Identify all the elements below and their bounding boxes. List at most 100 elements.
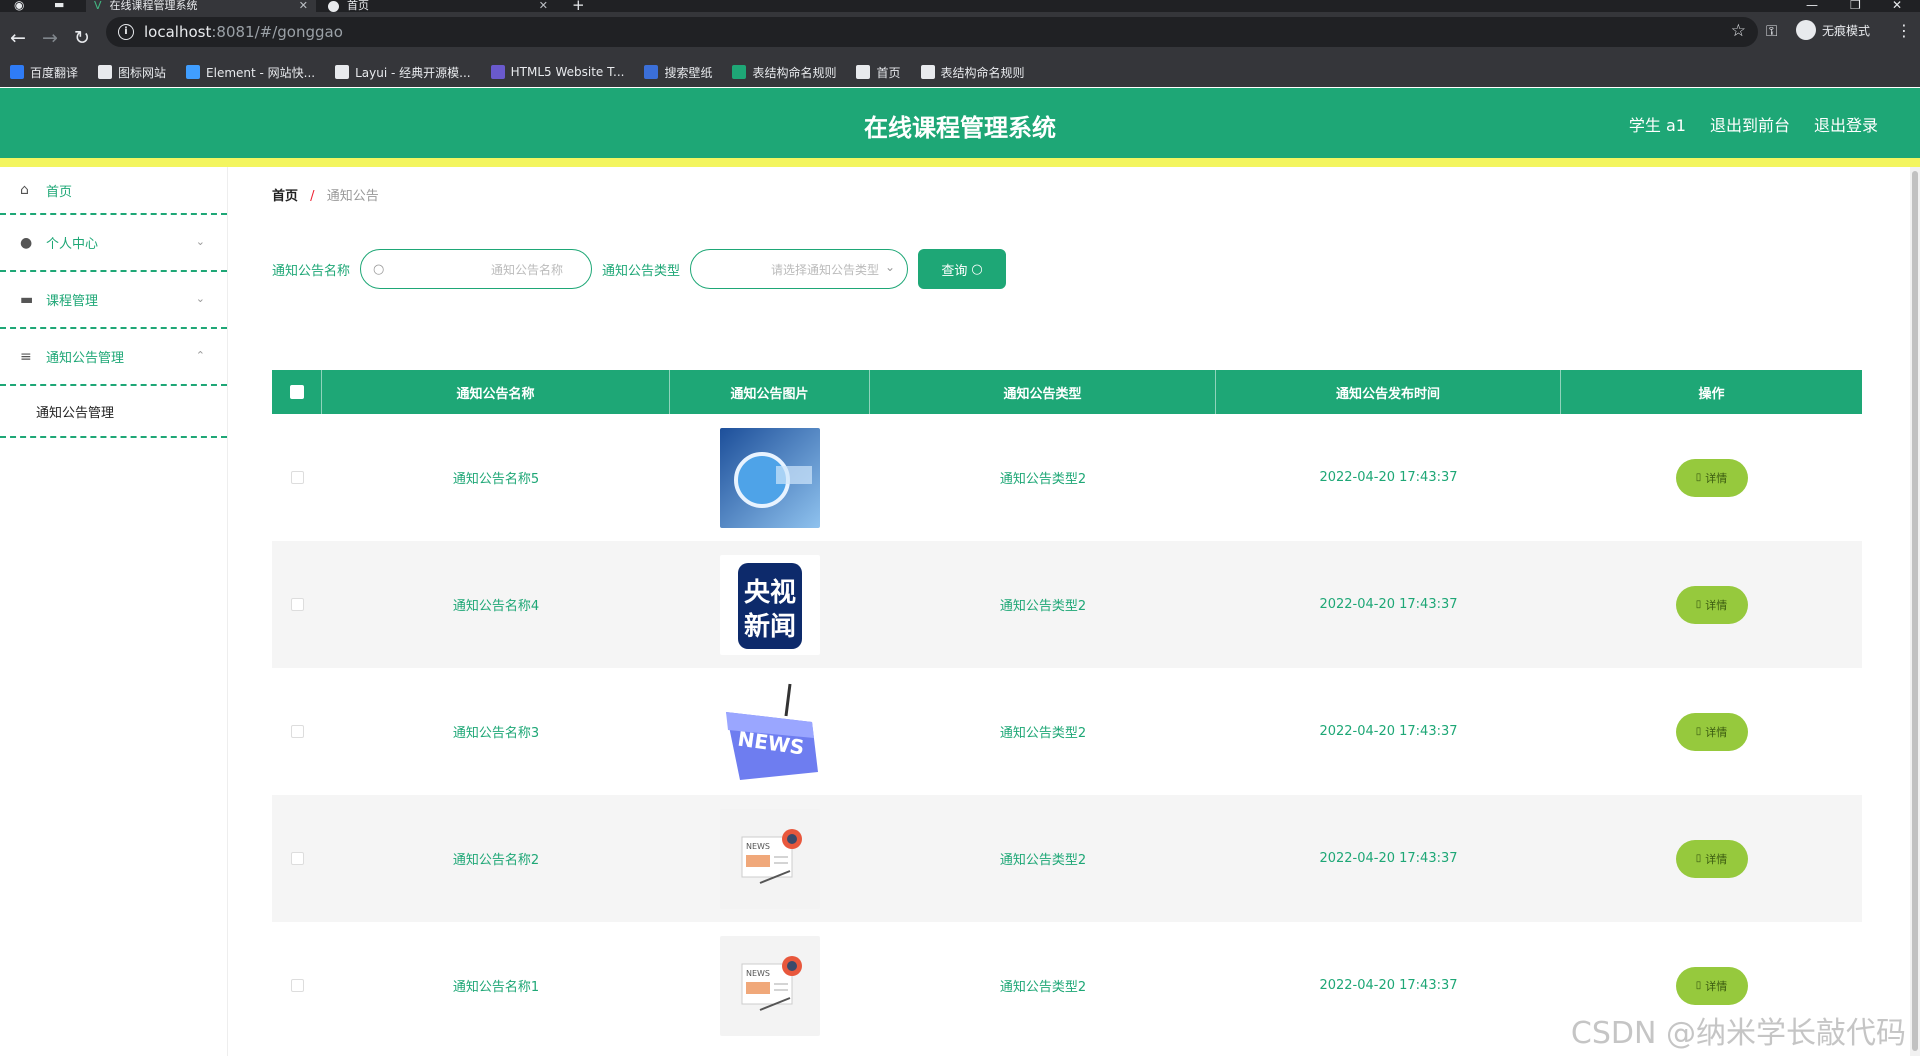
url-host: localhost (144, 23, 212, 41)
row-checkbox[interactable] (290, 598, 304, 611)
bookmark-item[interactable]: HTML5 Website T... (490, 65, 625, 79)
notice-type-cell: 通知公告类型2 (999, 980, 1087, 995)
exit-front-link[interactable]: 退出到前台 (1710, 112, 1790, 136)
notice-time-cell: 2022-04-20 17:43:37 (1319, 724, 1458, 739)
notice-time-cell: 2022-04-20 17:43:37 (1319, 851, 1458, 866)
sidebar-item-profile[interactable]: ● 个人中心 ⌄ (0, 215, 227, 272)
sidebar-subitem-label: 通知公告管理 (36, 405, 115, 421)
sliders-icon: ≡ (20, 348, 32, 365)
search-icon: ○ (971, 261, 983, 277)
back-icon[interactable]: ← (4, 24, 32, 52)
actions-cell: ▯ 详情 (1561, 541, 1862, 668)
detail-button[interactable]: ▯ 详情 (1675, 712, 1748, 751)
browser-logo-icon: ◉ (14, 0, 25, 12)
bookmark-icon (10, 65, 24, 79)
forward-icon[interactable]: → (36, 24, 64, 52)
detail-button[interactable]: ▯ 详情 (1675, 966, 1748, 1005)
bookmark-icon (856, 65, 871, 79)
sidebar: ⌂ 首页 ● 个人中心 ⌄ ▬ 课程管理 ⌄ ≡ 通知公告管理 ⌃ 通知公告管理 (0, 167, 228, 1056)
page-scrollbar[interactable] (1910, 167, 1920, 1056)
scrollbar-thumb[interactable] (1912, 171, 1918, 1051)
name-search-input[interactable]: ○ 通知公告名称 (360, 249, 593, 289)
incognito-icon (1796, 20, 1816, 40)
bookmark-label: 搜索壁纸 (664, 65, 713, 80)
bookmark-item[interactable]: Element - 网站快... (186, 64, 315, 81)
breadcrumb-home[interactable]: 首页 (272, 189, 298, 204)
row-checkbox-cell (272, 414, 322, 541)
bookmark-item[interactable]: Layui - 经典开源模... (335, 64, 471, 81)
table-row: 通知公告名称3 NEWS 通知公告类型2 2022-04-20 17:43:37 ▯ 详情 (272, 668, 1862, 795)
detail-button[interactable]: ▯ 详情 (1675, 458, 1748, 497)
tab-overview-icon[interactable]: ▬ (54, 0, 64, 11)
query-button[interactable]: 查询 ○ (918, 249, 1007, 289)
restore-icon[interactable]: ❐ (1850, 0, 1861, 12)
sidebar-item-label: 通知公告管理 (46, 351, 125, 366)
bookmark-icon (335, 65, 350, 79)
row-checkbox-cell (272, 668, 322, 795)
sidebar-item-label: 首页 (46, 184, 73, 200)
app-header: 在线课程管理系统 学生 a1 退出到前台 退出登录 (0, 88, 1920, 158)
row-checkbox[interactable] (290, 852, 304, 865)
document-icon: ▯ (1695, 853, 1702, 864)
sidebar-item-label: 个人中心 (46, 237, 99, 252)
name-search-placeholder: 通知公告名称 (491, 263, 564, 277)
search-icon: ○ (373, 262, 385, 277)
menu-dots-icon[interactable]: ⋮ (1896, 21, 1912, 40)
star-icon[interactable]: ☆ (1731, 21, 1746, 41)
url-text[interactable]: localhost:8081/#/gonggao (144, 23, 343, 41)
bookmark-item[interactable]: 图标网站 (98, 64, 166, 81)
address-bar[interactable]: i localhost:8081/#/gonggao ☆ (106, 17, 1758, 47)
bookmark-label: 百度翻译 (30, 65, 79, 80)
logout-link[interactable]: 退出登录 (1814, 112, 1878, 136)
detail-button[interactable]: ▯ 详情 (1675, 585, 1748, 624)
column-header: 通知公告类型 (870, 370, 1216, 414)
bookmark-item[interactable]: 搜索壁纸 (644, 64, 712, 81)
sidebar-item-notice[interactable]: ≡ 通知公告管理 ⌃ (0, 329, 227, 386)
chevron-down-icon: ⌄ (884, 260, 896, 274)
sidebar-item-home[interactable]: ⌂ 首页 (0, 167, 227, 215)
row-checkbox[interactable] (290, 979, 304, 992)
notice-type-cell: 通知公告类型2 (999, 599, 1087, 614)
bookmark-item[interactable]: 表结构命名规则 (920, 64, 1025, 81)
info-icon[interactable]: i (118, 24, 134, 40)
notice-name-cell: 通知公告名称5 (452, 472, 540, 487)
close-icon[interactable]: ✕ (299, 0, 308, 12)
bookmark-icon (490, 65, 505, 79)
sidebar-item-course[interactable]: ▬ 课程管理 ⌄ (0, 272, 227, 329)
browser-tabstrip: ◉ ▬ V 在线课程管理系统 ✕ 首页 ✕ + — ❐ ✕ (0, 0, 1920, 13)
detail-button[interactable]: ▯ 详情 (1675, 839, 1748, 878)
tab-inactive[interactable]: 首页 ✕ (320, 0, 556, 12)
bookmark-item[interactable]: 百度翻译 (10, 64, 78, 81)
actions-cell: ▯ 详情 (1561, 795, 1862, 922)
row-checkbox[interactable] (290, 471, 304, 484)
close-icon[interactable]: ✕ (539, 0, 548, 12)
tab-label: 在线课程管理系统 (109, 0, 198, 12)
sidebar-item-label: 课程管理 (46, 294, 99, 309)
bookmark-label: HTML5 Website T... (510, 65, 625, 79)
select-all-checkbox[interactable] (289, 385, 304, 399)
reload-icon[interactable]: ↻ (68, 24, 96, 52)
document-icon: ▯ (1695, 472, 1702, 483)
key-icon[interactable]: ⚿ (1766, 22, 1777, 40)
breadcrumb: 首页 / 通知公告 (272, 185, 379, 204)
bookmark-item[interactable]: 表结构命名规则 (732, 64, 836, 81)
minimize-icon[interactable]: — (1806, 0, 1818, 12)
type-select[interactable]: 请选择通知公告类型 ⌄ (690, 249, 909, 289)
table-body: 通知公告名称5 通知公告类型2 2022-04-20 17:43:37 ▯ 详情 通知公告… (272, 414, 1862, 1049)
row-checkbox[interactable] (290, 725, 304, 738)
briefcase-icon: ▬ (20, 291, 34, 308)
bookmark-icon (732, 65, 747, 79)
news-key-icon: NEWS (720, 681, 820, 782)
sidebar-subitem-notice-manage[interactable]: 通知公告管理 (0, 386, 227, 438)
tab-active[interactable]: V 在线课程管理系统 ✕ (86, 0, 316, 12)
bookmarks-bar: 百度翻译 图标网站 Element - 网站快... Layui - 经典开源模...… (0, 57, 1920, 87)
bookmark-item[interactable]: 首页 (856, 64, 901, 81)
new-tab-icon[interactable]: + (572, 0, 585, 13)
actions-cell: ▯ 详情 (1561, 414, 1862, 541)
profile-button[interactable]: 无痕模式 (1796, 20, 1870, 40)
close-window-icon[interactable]: ✕ (1892, 0, 1902, 12)
breadcrumb-current: 通知公告 (326, 189, 379, 204)
notice-image-cell: NEWS (670, 668, 870, 795)
detail-button-label: 详情 (1705, 725, 1728, 739)
notice-time-cell: 2022-04-20 17:43:37 (1319, 470, 1458, 485)
